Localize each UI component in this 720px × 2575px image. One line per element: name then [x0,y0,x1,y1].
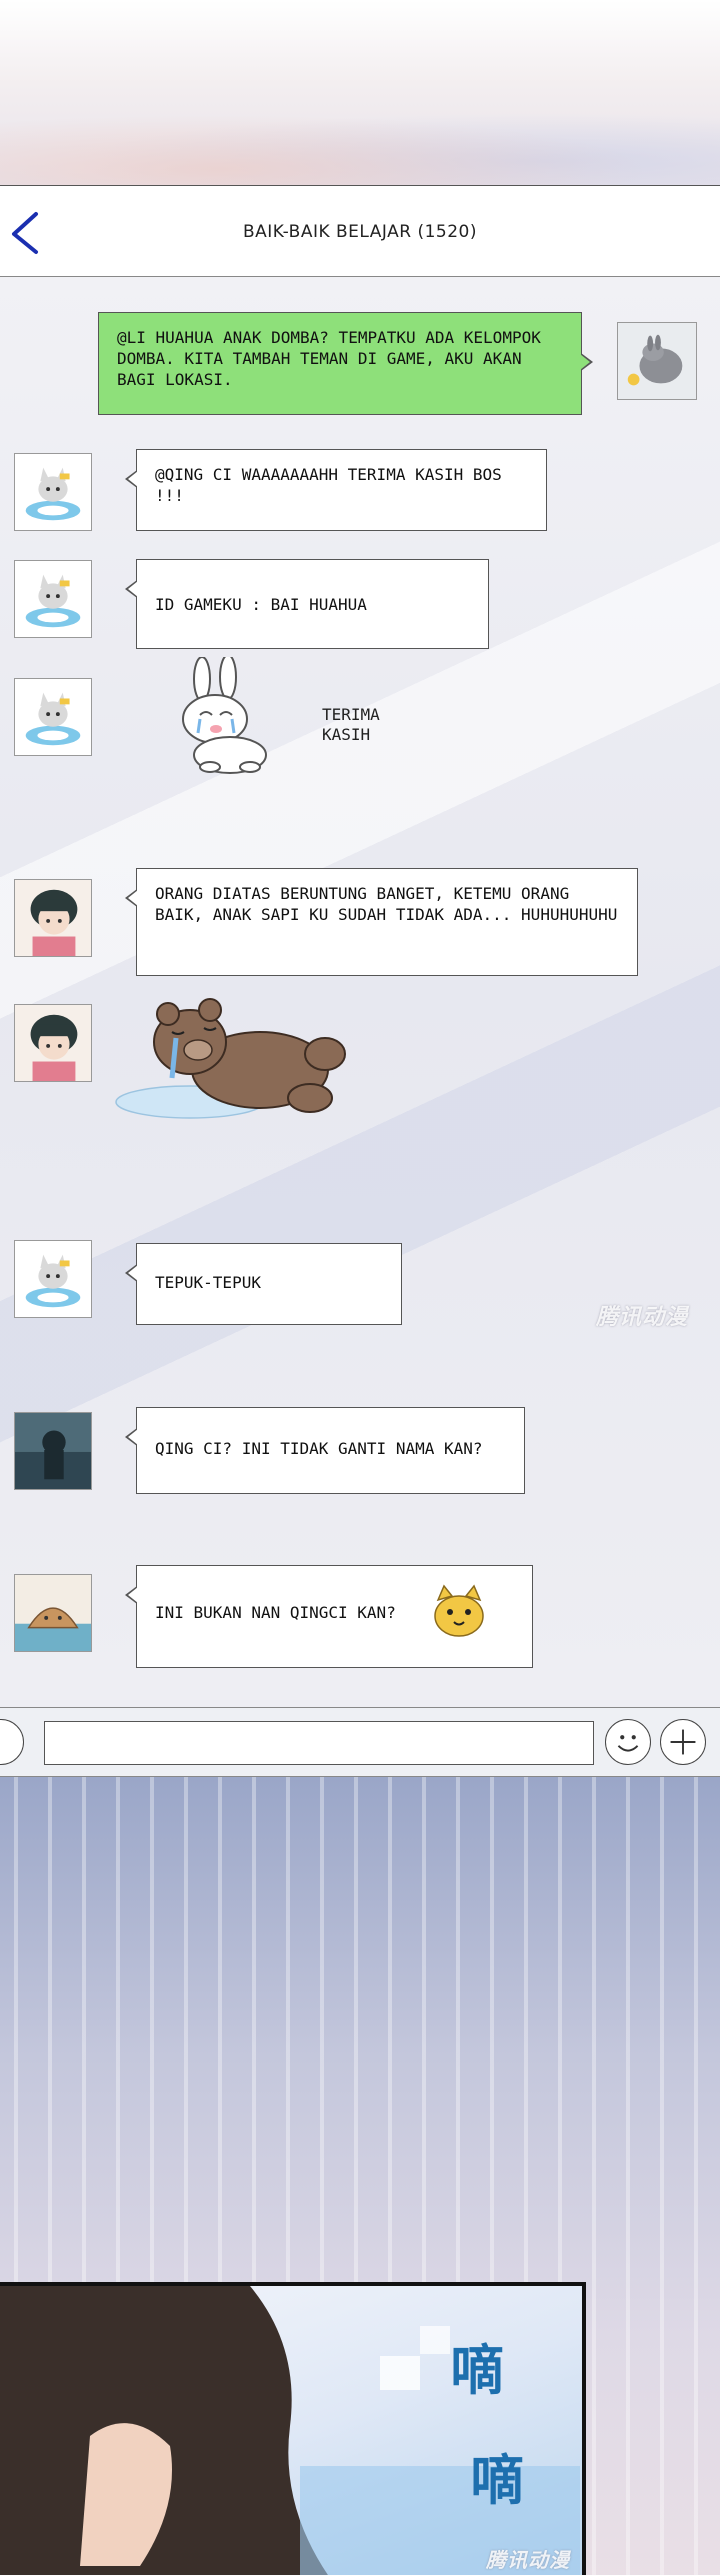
chat-title: BAIK-BAIK BELAJAR (1520) [242,222,478,242]
avatar-sheep[interactable] [617,322,697,400]
watermark: 腾讯动漫 [596,1305,689,1330]
message-text: QING CI? INI TIDAK GANTI NAMA KAN? [155,1439,483,1458]
message-bubble-incoming: @QING CI WAAAAAAAHH TERIMA KASIH BOS !!! [125,449,547,531]
avatar-cat-float[interactable] [14,678,92,756]
crying-rabbit-sticker [160,654,290,777]
message-text: @QING CI WAAAAAAAHH TERIMA KASIH BOS !!! [155,465,502,505]
message-bubble-incoming: INI BUKAN NAN QINGCI KAN? [125,1565,533,1668]
crying-bear-sticker [110,992,375,1127]
message-bubble-incoming: ID GAMEKU : BAI HUAHUA [125,559,489,649]
voice-button[interactable] [0,1719,24,1765]
message-input[interactable] [44,1721,594,1765]
message-text: ORANG DIATAS BERUNTUNG BANGET, KETEMU OR… [155,884,618,924]
avatar-bun-character[interactable] [14,1574,92,1652]
avatar-cat-float[interactable] [14,453,92,531]
cat-face-emoji [430,1584,488,1640]
avatar-cat-float[interactable] [14,1240,92,1318]
sound-effect-text: 嘀 [470,2449,524,2512]
plus-circle-icon[interactable] [660,1719,706,1765]
message-bubble-incoming: ORANG DIATAS BERUNTUNG BANGET, KETEMU OR… [125,868,638,976]
message-text: INI BUKAN NAN QINGCI KAN? [155,1603,396,1622]
message-text: ID GAMEKU : BAI HUAHUA [155,595,367,614]
message-text: TEPUK-TEPUK [155,1273,261,1292]
message-input-bar [0,1707,720,1777]
message-text: @LI HUAHUA ANAK DOMBA? TEMPATKU ADA KELO… [117,328,541,389]
message-bubble-incoming: TEPUK-TEPUK [125,1243,402,1325]
avatar-girl-pink[interactable] [14,879,92,957]
comic-panel: 嘀 嘀 腾讯动漫 [0,2282,586,2575]
avatar-dark-scene[interactable] [14,1412,92,1490]
avatar-cat-float[interactable] [14,560,92,638]
message-bubble-incoming: QING CI? INI TIDAK GANTI NAMA KAN? [125,1407,525,1494]
watermark: 腾讯动漫 [486,2548,570,2572]
sound-effect-text: 嘀 [450,2339,504,2402]
comic-lower-area: 嘀 嘀 腾讯动漫 [0,1777,720,2575]
sticker-caption: TERIMA KASIH [322,705,380,744]
chat-header: BAIK-BAIK BELAJAR (1520) [0,185,720,277]
top-panel-background [0,0,720,185]
smiley-icon[interactable] [605,1719,651,1765]
avatar-girl-pink[interactable] [14,1004,92,1082]
chat-area[interactable]: @LI HUAHUA ANAK DOMBA? TEMPATKU ADA KELO… [0,277,720,1707]
message-bubble-outgoing: @LI HUAHUA ANAK DOMBA? TEMPATKU ADA KELO… [98,312,593,415]
